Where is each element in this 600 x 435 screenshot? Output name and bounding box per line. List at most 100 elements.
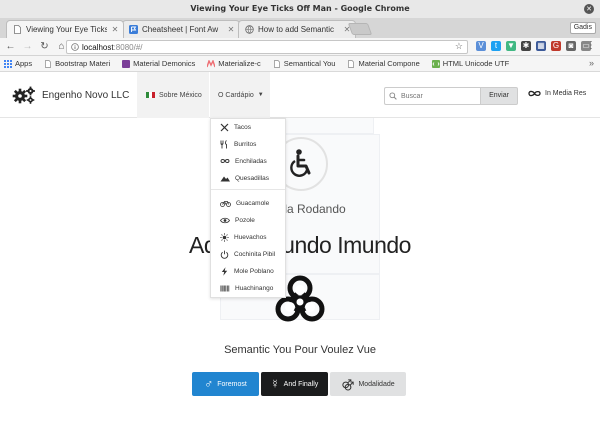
menu-item-label: Enchiladas (235, 157, 267, 165)
power-icon (220, 250, 229, 259)
bookmark-material-compone[interactable]: Material Compone (347, 59, 420, 68)
page-icon (44, 59, 52, 68)
camera-icon[interactable]: ◙ (566, 41, 576, 51)
tab-strip: Viewing Your Eye Ticks ✕ Cheatsheet | Fo… (0, 18, 600, 38)
info-icon[interactable] (71, 43, 79, 51)
bookmark-bootstrap[interactable]: Bootstrap Materi (44, 59, 110, 68)
brand-name: Engenho Novo LLC (42, 89, 130, 101)
close-icon[interactable]: ✕ (227, 25, 235, 34)
back-arrow-icon[interactable]: ← (4, 40, 17, 53)
menu-item-huachinango[interactable]: Huachinango (211, 280, 285, 296)
sun-icon (220, 232, 229, 242)
bookmark-label: Material Compone (358, 59, 420, 68)
nav-in-media-res[interactable]: In Media Res (528, 90, 586, 97)
menu-item-mole-poblano[interactable]: Mole Poblano (211, 263, 285, 279)
menu-item-quesadillas[interactable]: Quesadillas (211, 170, 285, 186)
vuejs-icon[interactable]: ▼ (506, 41, 516, 51)
tab-cheatsheet[interactable]: Cheatsheet | Font Aw ✕ (122, 20, 240, 38)
nav-sobre-label: Sobre México (159, 91, 202, 99)
more-bookmarks-icon[interactable]: » (589, 58, 594, 68)
and-finally-button[interactable]: ☿ And Finally (261, 372, 328, 396)
mars-icon: ♂ (204, 377, 214, 391)
brand[interactable]: Engenho Novo LLC (12, 86, 129, 104)
bookmark-label: Semantical You (283, 59, 336, 68)
bookmark-favicon (122, 59, 131, 68)
vue-devtools-icon[interactable]: V (476, 41, 486, 51)
bookmarks-bar: Apps Bootstrap Materi Material Demonics … (0, 56, 600, 72)
eye-icon (220, 217, 230, 223)
bicycle-icon (220, 200, 231, 207)
menu-item-pozole[interactable]: Pozole (211, 212, 285, 228)
cardapio-dropdown-menu: Tacos Burritos Enchiladas Quesadillas Gu… (210, 118, 286, 298)
puzzle-icon[interactable]: ✱ (521, 41, 531, 51)
infinity-icon (528, 90, 541, 97)
caret-down-icon: ▼ (257, 92, 264, 98)
menu-item-label: Guacamole (236, 199, 270, 207)
materialize-favicon (206, 58, 216, 68)
window-close-button[interactable]: ✕ (584, 4, 594, 14)
bookmark-label: Bootstrap Materi (55, 59, 111, 68)
tab-label: Viewing Your Eye Ticks (26, 25, 107, 34)
menu-item-burritos[interactable]: Burritos (211, 136, 285, 152)
bookmark-semantical[interactable]: Semantical You (273, 59, 336, 68)
twitter-icon[interactable]: t (491, 41, 501, 51)
window-title-bar: Viewing Your Eye Ticks Off Man - Google … (0, 0, 600, 18)
send-button[interactable]: Enviar (480, 87, 518, 105)
font-awesome-favicon (129, 25, 138, 34)
barcode-icon (220, 285, 230, 291)
page-heading: Adeus, Mundo Imundo (189, 232, 411, 258)
search-icon (389, 92, 397, 100)
gmail-icon[interactable]: G (551, 41, 561, 51)
reload-icon[interactable]: ↻ (38, 40, 51, 53)
bookmark-apps[interactable]: Apps (4, 59, 32, 68)
nav-cardapio-label: O Cardápio (218, 91, 254, 99)
nav-cardapio-dropdown[interactable]: O Cardápio ▼ (210, 72, 270, 118)
bookmark-label: Material Demonics (133, 59, 196, 68)
menu-item-cochinita-pibil[interactable]: Cochinita Pibil (211, 246, 285, 262)
new-tab-button[interactable] (347, 23, 373, 35)
menu-item-label: Tacos (234, 123, 251, 131)
tab-viewing[interactable]: Viewing Your Eye Ticks ✕ (6, 20, 124, 38)
bookmark-materialize[interactable]: Materialize-c (206, 58, 261, 68)
close-icon[interactable]: ✕ (111, 25, 119, 34)
menu-item-enchiladas[interactable]: Enchiladas (211, 153, 285, 169)
tab-semantic[interactable]: How to add Semantic ✕ (238, 20, 356, 38)
forward-arrow-icon[interactable]: → (21, 40, 34, 53)
menu-item-label: Quesadillas (235, 174, 269, 182)
menu-item-label: Burritos (234, 140, 257, 148)
search-input[interactable] (384, 87, 480, 105)
nav-sobre-mexico[interactable]: Sobre México (137, 72, 209, 118)
tab-label: Cheatsheet | Font Aw (142, 25, 219, 34)
globe-icon (245, 25, 254, 34)
double-mars-icon: ⚣ (341, 377, 355, 391)
infinity-icon (220, 159, 230, 163)
in-media-res-label: In Media Res (545, 90, 587, 97)
extensions-row: V t ▼ ✱ ▦ G ◙ ▭ (476, 41, 591, 51)
bookmark-star-icon[interactable]: ☆ (455, 41, 463, 52)
address-bar[interactable]: localhost :8080/#/ ☆ (66, 40, 468, 54)
menu-item-guacamole[interactable]: Guacamole (211, 195, 285, 211)
utensils-icon (220, 123, 229, 131)
bolt-icon (221, 266, 228, 276)
menu-item-label: Mole Poblano (234, 267, 274, 275)
window-title: Viewing Your Eye Ticks Off Man - Google … (190, 4, 410, 13)
bookmark-material-demonics[interactable]: Material Demonics (122, 59, 195, 68)
foremost-button[interactable]: ♂ Foremost (192, 372, 259, 396)
bookmark-html-unicode[interactable]: HTML Unicode UTF (431, 59, 509, 68)
mountain-icon (220, 176, 230, 181)
and-finally-label: And Finally (283, 380, 319, 388)
menu-item-label: Huachinango (235, 284, 274, 292)
modalidade-button[interactable]: ⚣ Modalidade (330, 372, 406, 396)
menu-item-label: Pozole (235, 216, 255, 224)
tab-label: How to add Semantic (258, 25, 335, 34)
cogs-icon (12, 86, 35, 104)
mexico-flag-icon (146, 92, 155, 98)
page-icon (347, 59, 355, 68)
menu-item-tacos[interactable]: Tacos (211, 119, 285, 135)
page-icon (13, 25, 22, 34)
menu-dots-icon[interactable]: ⋮ (586, 41, 596, 51)
profile-badge[interactable]: Gadis (569, 22, 596, 34)
grid-icon[interactable]: ▦ (536, 41, 546, 51)
site-navbar: Engenho Novo LLC Sobre México O Cardápio… (0, 72, 600, 118)
menu-item-huevachos[interactable]: Huevachos (211, 229, 285, 245)
